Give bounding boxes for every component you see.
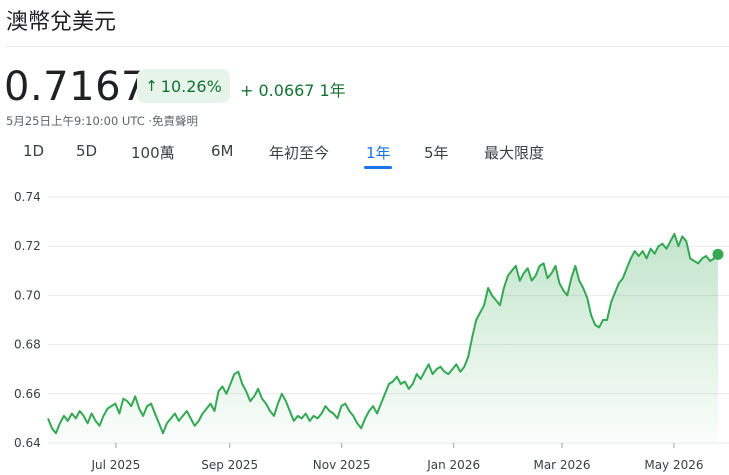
y-tick-label: 0.64 [14, 436, 41, 450]
x-tick-label: Jan 2026 [426, 458, 480, 472]
price-chart[interactable]: 0.74 0.72 0.70 0.68 0.66 0.64 Jul 2025 Sep 202… [0, 0, 729, 475]
x-tick-label: Mar 2026 [533, 458, 590, 472]
x-tick-label: Sep 2025 [201, 458, 258, 472]
y-tick-label: 0.70 [14, 288, 41, 302]
y-tick-label: 0.68 [14, 338, 41, 352]
x-tick-label: Nov 2025 [313, 458, 371, 472]
y-tick-label: 0.66 [14, 387, 41, 401]
current-price-marker [712, 248, 724, 260]
y-tick-label: 0.74 [14, 190, 41, 204]
y-tick-label: 0.72 [14, 239, 41, 253]
x-tick-label: May 2026 [644, 458, 703, 472]
x-tick-label: Jul 2025 [90, 458, 140, 472]
price-area-fill [48, 233, 718, 443]
